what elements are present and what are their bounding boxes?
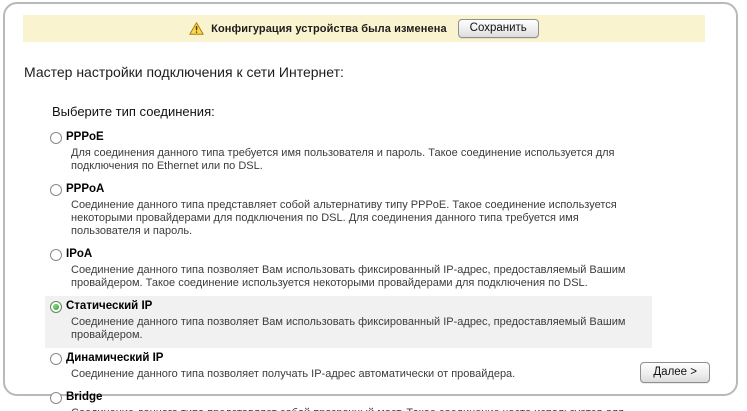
page-title: Мастер настройки подключения к сети Инте… [24,64,736,80]
option-description: Соединение данного типа представляет соб… [71,407,649,411]
option-bridge[interactable]: Bridge Соединение данного типа представл… [45,387,652,411]
option-label: PPPoA [66,182,104,197]
option-description: Соединение данного типа позволяет получа… [71,368,649,381]
option-pppoe[interactable]: PPPoE Для соединения данного типа требуе… [45,127,652,179]
radio-button-pppoa[interactable] [50,184,62,196]
radio-button-ipoa[interactable] [50,249,62,261]
option-bridge-head[interactable]: Bridge [50,390,652,405]
next-button[interactable]: Далее > [640,362,710,383]
connection-type-list: PPPoE Для соединения данного типа требуе… [50,127,652,411]
radio-button-dynamic-ip[interactable] [50,353,62,365]
option-static-ip[interactable]: Статический IP Соединение данного типа п… [45,296,652,348]
option-dynamic-ip-head[interactable]: Динамический IP [50,351,652,366]
option-dynamic-ip[interactable]: Динамический IP Соединение данного типа … [45,348,652,387]
option-pppoa[interactable]: PPPoA Соединение данного типа представля… [45,179,652,244]
option-description: Для соединения данного типа требуется им… [71,147,649,173]
radio-button-static-ip[interactable] [50,301,62,313]
option-label: PPPoE [66,130,104,145]
radio-button-pppoe[interactable] [50,132,62,144]
option-static-ip-head[interactable]: Статический IP [50,299,652,314]
option-ipoa-head[interactable]: IPoA [50,247,652,262]
wizard-window: Конфигурация устройства была изменена Со… [3,2,738,396]
option-label: Bridge [66,390,102,405]
warning-triangle-icon [189,22,204,35]
option-description: Соединение данного типа представляет соб… [71,199,649,238]
option-pppoa-head[interactable]: PPPoA [50,182,652,197]
option-pppoe-head[interactable]: PPPoE [50,130,652,145]
save-button[interactable]: Сохранить [458,19,539,38]
option-description: Соединение данного типа позволяет Вам ис… [71,264,649,290]
option-ipoa[interactable]: IPoA Соединение данного типа позволяет В… [45,244,652,296]
radio-button-bridge[interactable] [50,392,62,404]
option-label: IPoA [66,247,92,262]
banner-message: Конфигурация устройства была изменена [211,23,446,35]
option-label: Динамический IP [66,351,163,366]
option-description: Соединение данного типа позволяет Вам ис… [71,316,649,342]
option-label: Статический IP [66,299,152,314]
router-admin-screen: Конфигурация устройства была изменена Со… [0,0,747,411]
connection-type-prompt: Выберите тип соединения: [52,104,736,119]
config-changed-banner: Конфигурация устройства была изменена Со… [23,15,705,42]
